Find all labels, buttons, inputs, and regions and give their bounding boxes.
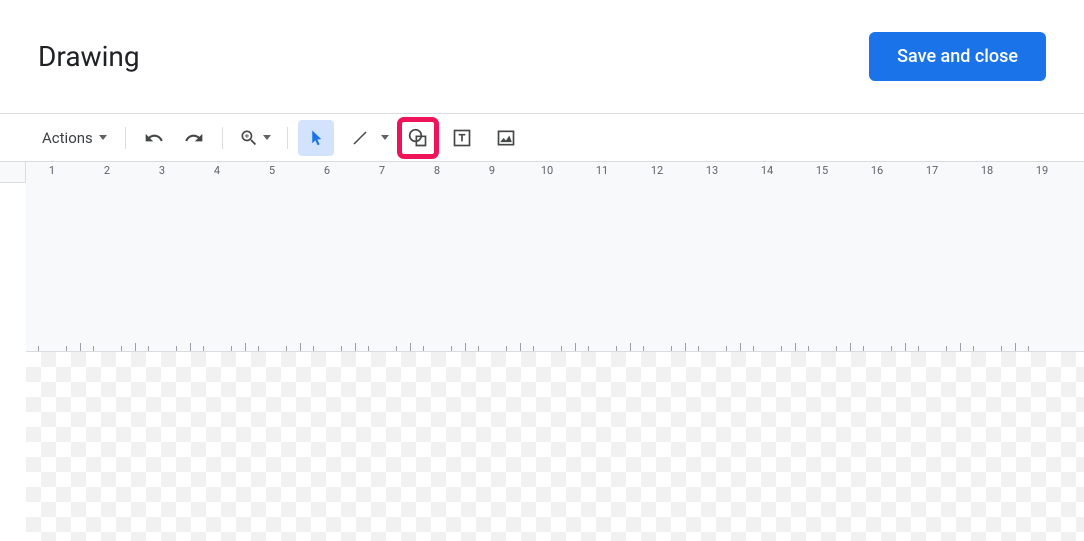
separator: [222, 127, 223, 149]
image-tool-button[interactable]: [488, 120, 524, 156]
ruler-number: 3: [159, 164, 165, 177]
caret-down-icon: [381, 135, 389, 140]
ruler-number: 14: [761, 164, 773, 177]
ruler-number: 6: [324, 164, 330, 177]
ruler-number: 18: [981, 164, 993, 177]
save-and-close-button[interactable]: Save and close: [869, 32, 1046, 81]
actions-menu-button[interactable]: Actions: [34, 123, 115, 153]
ruler-number: 19: [1036, 164, 1048, 177]
ruler-number: 7: [379, 164, 385, 177]
select-tool-button[interactable]: [298, 120, 334, 156]
undo-icon: [144, 128, 164, 148]
ruler-number: 5: [269, 164, 275, 177]
dialog-title: Drawing: [38, 40, 140, 73]
ruler-number: 4: [214, 164, 220, 177]
zoom-button[interactable]: [233, 120, 277, 156]
cursor-icon: [307, 129, 325, 147]
actions-label: Actions: [42, 129, 93, 147]
ruler-number: 11: [596, 164, 608, 177]
ruler-number: 2: [104, 164, 110, 177]
caret-down-icon: [99, 135, 107, 140]
zoom-icon: [239, 128, 259, 148]
textbox-icon: [452, 128, 472, 148]
undo-button[interactable]: [136, 120, 172, 156]
redo-icon: [184, 128, 204, 148]
image-icon: [496, 128, 516, 148]
ruler-number: 17: [926, 164, 938, 177]
ruler-number: 10: [541, 164, 553, 177]
redo-button[interactable]: [176, 120, 212, 156]
ruler-number: 8: [434, 164, 440, 177]
line-tool-button[interactable]: [342, 120, 378, 156]
drawing-canvas[interactable]: [26, 352, 1084, 541]
horizontal-ruler: 12345678910111213141516171819: [26, 162, 1084, 352]
shape-tool-button[interactable]: [400, 120, 436, 156]
ruler-number: 16: [871, 164, 883, 177]
ruler-number: 9: [489, 164, 495, 177]
ruler-number: 15: [816, 164, 828, 177]
toolbar: Actions: [0, 113, 1084, 161]
separator: [125, 127, 126, 149]
ruler-number: 1: [49, 164, 55, 177]
shape-icon: [408, 128, 428, 148]
separator: [287, 127, 288, 149]
ruler-corner: [0, 162, 26, 183]
caret-down-icon: [263, 135, 271, 140]
ruler-number: 13: [706, 164, 718, 177]
ruler-number: 12: [651, 164, 663, 177]
textbox-tool-button[interactable]: [444, 120, 480, 156]
line-tool-dropdown[interactable]: [378, 135, 392, 140]
line-icon: [351, 129, 369, 147]
